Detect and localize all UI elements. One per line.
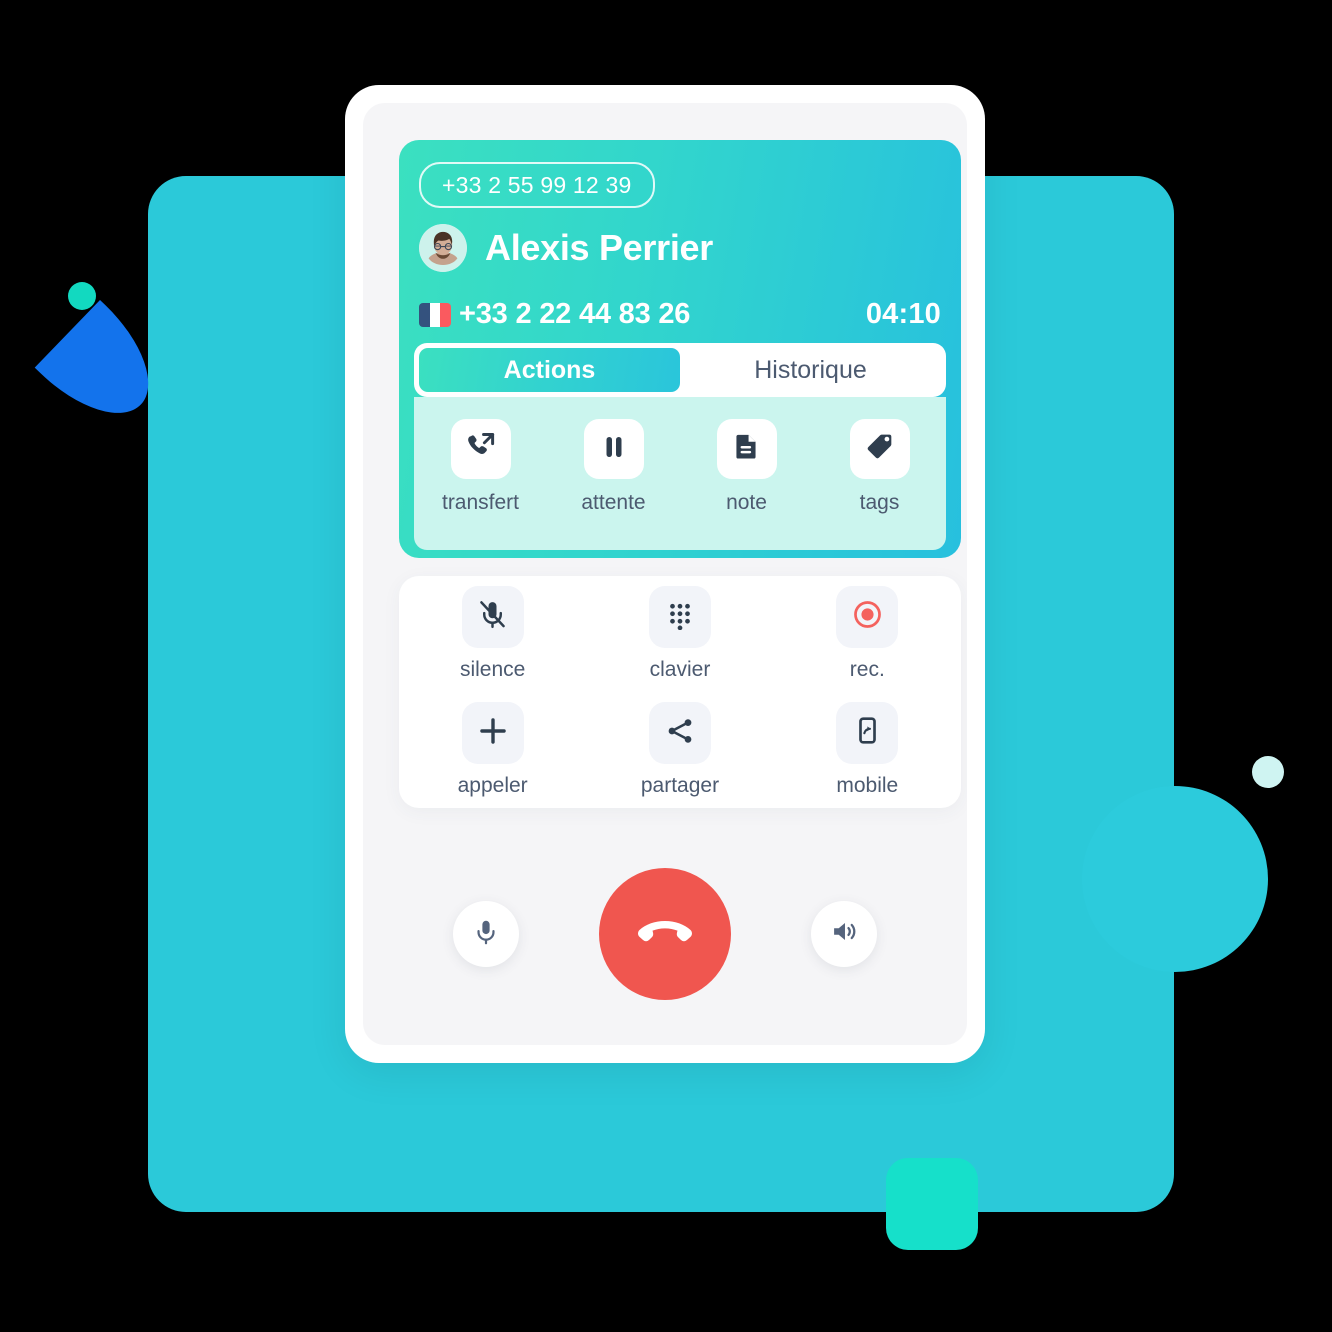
hangup-button[interactable] xyxy=(599,868,731,1000)
action-attente[interactable]: attente xyxy=(559,419,669,515)
active-call-card: +33 2 55 99 12 39 Alexis Perrier +33 2 2… xyxy=(399,140,961,558)
tab-historique-label: Historique xyxy=(754,355,867,384)
call-transfer-icon xyxy=(464,430,498,469)
action-transfert[interactable]: transfert xyxy=(426,419,536,515)
control-silence-label: silence xyxy=(459,658,526,681)
control-mobile-label: mobile xyxy=(836,774,899,797)
action-tags[interactable]: tags xyxy=(825,419,935,515)
contact-name: Alexis Perrier xyxy=(485,227,713,268)
decor-square-green xyxy=(886,1158,978,1250)
control-appeler[interactable]: appeler xyxy=(458,702,528,798)
phone-screen: +33 2 55 99 12 39 Alexis Perrier +33 2 2… xyxy=(363,103,967,1045)
contact-row: Alexis Perrier xyxy=(419,224,713,272)
dialpad-icon xyxy=(665,600,695,635)
france-flag-icon xyxy=(419,302,451,327)
call-timer: 04:10 xyxy=(865,298,941,330)
screenshot-stage: +33 2 55 99 12 39 Alexis Perrier +33 2 2… xyxy=(0,0,1332,1332)
speaker-icon xyxy=(830,917,859,951)
control-rec[interactable]: rec. xyxy=(836,586,899,682)
plus-icon xyxy=(476,714,510,753)
action-tags-tile xyxy=(849,419,910,479)
control-appeler-tile xyxy=(461,702,524,764)
tab-strip: Actions Historique xyxy=(414,343,946,397)
did-number-text: +33 2 55 99 12 39 xyxy=(442,171,632,198)
call-controls-card: silence clavier rec. appeler partager mo… xyxy=(399,576,961,808)
tag-icon xyxy=(863,430,896,468)
mobile-transfer-icon xyxy=(853,716,882,750)
action-note-tile xyxy=(716,419,777,479)
control-rec-label: rec. xyxy=(849,658,885,681)
action-tags-label: tags xyxy=(859,491,900,514)
record-icon xyxy=(852,599,883,635)
hangup-phone-icon xyxy=(631,898,699,971)
microphone-muted-icon xyxy=(477,599,508,635)
speaker-button[interactable] xyxy=(811,901,877,967)
share-icon xyxy=(665,716,695,751)
control-mobile[interactable]: mobile xyxy=(836,702,899,798)
tab-actions[interactable]: Actions xyxy=(419,348,680,392)
control-silence-tile xyxy=(461,586,524,648)
did-number-pill[interactable]: +33 2 55 99 12 39 xyxy=(419,162,655,208)
action-transfert-label: transfert xyxy=(441,491,520,514)
action-transfert-tile xyxy=(450,419,511,479)
control-partager-label: partager xyxy=(640,774,720,797)
tab-historique[interactable]: Historique xyxy=(680,348,941,392)
mic-toggle-button[interactable] xyxy=(453,901,519,967)
actions-panel: transfert attente note tags xyxy=(414,397,946,550)
control-clavier-tile xyxy=(648,586,711,648)
control-silence[interactable]: silence xyxy=(460,586,525,682)
control-clavier-label: clavier xyxy=(649,658,711,681)
control-rec-tile xyxy=(836,586,899,648)
document-note-icon xyxy=(731,431,762,467)
avatar xyxy=(419,224,467,272)
caller-number: +33 2 22 44 83 26 xyxy=(459,298,691,330)
action-attente-tile xyxy=(583,419,644,479)
control-partager-tile xyxy=(648,702,711,764)
bottom-call-bar xyxy=(363,823,967,1045)
pause-icon xyxy=(599,432,629,467)
action-note[interactable]: note xyxy=(692,419,802,515)
caller-number-row: +33 2 22 44 83 26 04:10 xyxy=(419,298,941,331)
phone-frame: +33 2 55 99 12 39 Alexis Perrier +33 2 2… xyxy=(345,85,985,1063)
decor-circle-large xyxy=(1082,786,1268,972)
action-attente-label: attente xyxy=(581,491,646,514)
microphone-icon xyxy=(472,918,500,951)
action-note-label: note xyxy=(726,491,767,514)
control-clavier[interactable]: clavier xyxy=(648,586,711,682)
control-appeler-label: appeler xyxy=(457,774,528,797)
control-mobile-tile xyxy=(836,702,899,764)
tab-actions-label: Actions xyxy=(503,355,596,384)
decor-dot-green xyxy=(68,282,96,310)
control-partager[interactable]: partager xyxy=(641,702,719,798)
decor-dot-mint xyxy=(1252,756,1284,788)
